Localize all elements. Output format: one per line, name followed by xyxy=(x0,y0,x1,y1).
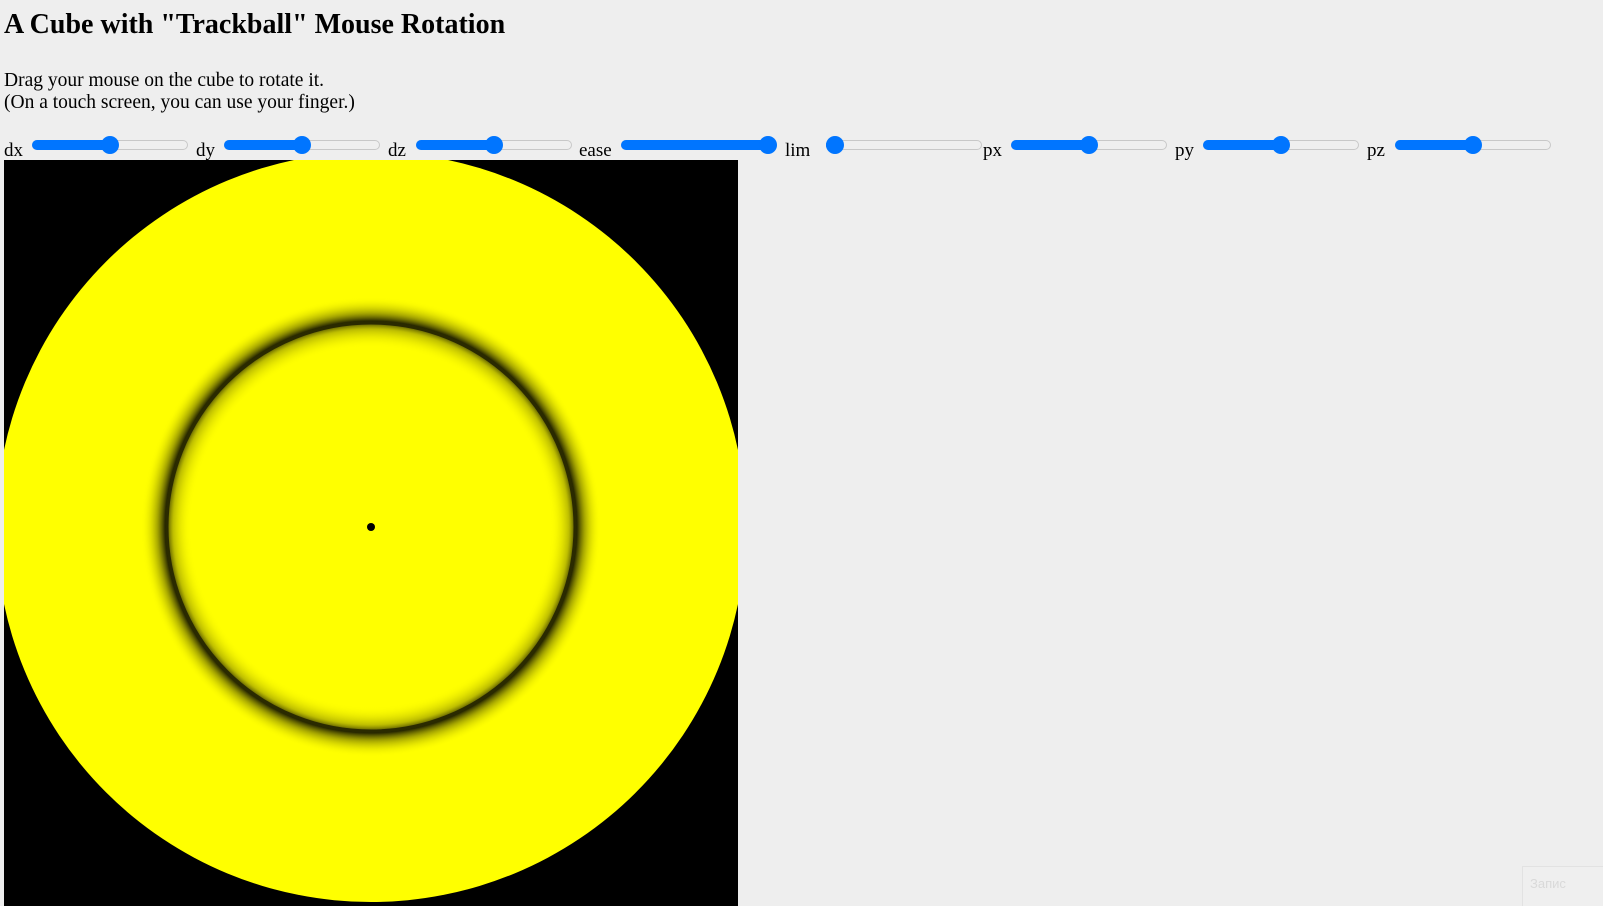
slider-lim[interactable] xyxy=(826,136,982,154)
slider-thumb-pz[interactable] xyxy=(1464,136,1482,154)
slider-dx[interactable] xyxy=(32,136,188,154)
slider-label-pz: pz xyxy=(1367,140,1385,161)
instructions: Drag your mouse on the cube to rotate it… xyxy=(4,70,355,114)
slider-fill-ease xyxy=(621,140,768,150)
slider-thumb-ease[interactable] xyxy=(759,136,777,154)
slider-thumb-dx[interactable] xyxy=(101,136,119,154)
slider-label-py: py xyxy=(1175,140,1194,161)
slider-pz[interactable] xyxy=(1395,136,1551,154)
slider-thumb-px[interactable] xyxy=(1080,136,1098,154)
cube-render[interactable] xyxy=(4,160,738,906)
slider-fill-dy xyxy=(224,140,302,150)
center-point xyxy=(367,523,375,531)
instruction-line-2: (On a touch screen, you can use your fin… xyxy=(4,92,355,113)
slider-fill-px xyxy=(1011,140,1089,150)
slider-dz[interactable] xyxy=(416,136,572,154)
slider-fill-py xyxy=(1203,140,1281,150)
slider-fill-pz xyxy=(1395,140,1473,150)
slider-fill-dx xyxy=(32,140,110,150)
slider-label-ease: ease xyxy=(579,140,612,161)
instruction-line-1: Drag your mouse on the cube to rotate it… xyxy=(4,70,325,91)
slider-label-px: px xyxy=(983,140,1002,161)
trackball-canvas[interactable] xyxy=(4,160,738,906)
slider-ease[interactable] xyxy=(621,136,777,154)
slider-thumb-lim[interactable] xyxy=(826,136,844,154)
corner-widget[interactable]: Запис xyxy=(1522,866,1603,906)
slider-thumb-dz[interactable] xyxy=(485,136,503,154)
slider-thumb-dy[interactable] xyxy=(293,136,311,154)
page-title: A Cube with "Trackball" Mouse Rotation xyxy=(4,9,506,40)
page: A Cube with "Trackball" Mouse Rotation D… xyxy=(0,0,1603,906)
slider-dy[interactable] xyxy=(224,136,380,154)
slider-label-lim: lim xyxy=(785,140,811,161)
slider-label-dz: dz xyxy=(388,140,406,161)
slider-py[interactable] xyxy=(1203,136,1359,154)
slider-label-dx: dx xyxy=(4,140,23,161)
slider-fill-dz xyxy=(416,140,494,150)
slider-controls: dx dy dz ease lim px py pz xyxy=(4,130,1599,162)
slider-px[interactable] xyxy=(1011,136,1167,154)
slider-label-dy: dy xyxy=(196,140,215,161)
slider-thumb-py[interactable] xyxy=(1272,136,1290,154)
